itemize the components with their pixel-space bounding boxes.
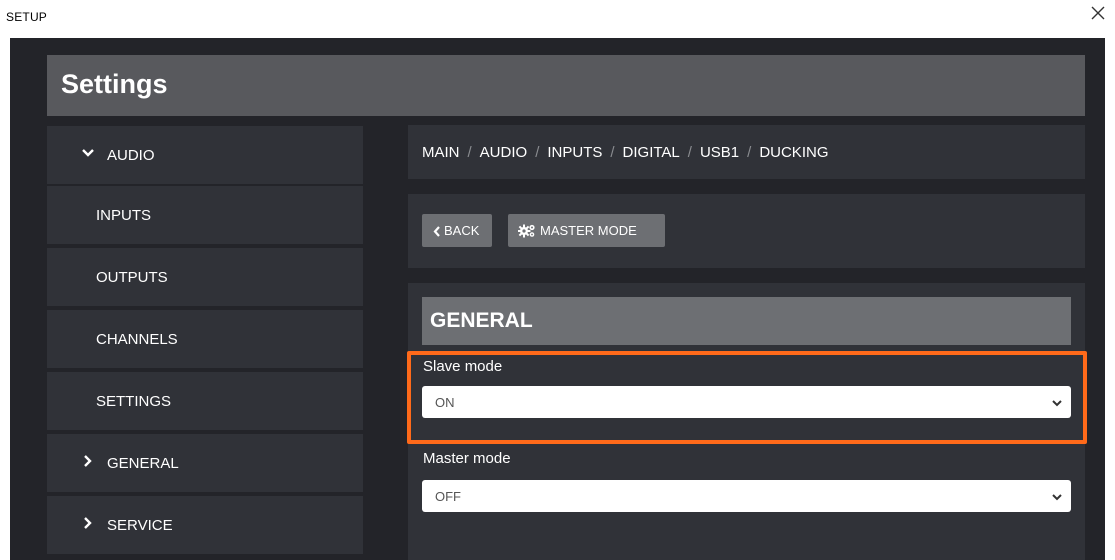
- slave-mode-select[interactable]: ON: [422, 386, 1071, 418]
- sidebar-item-label: CHANNELS: [96, 331, 178, 348]
- sidebar-item-label: AUDIO: [107, 147, 155, 164]
- chevron-right-icon: [81, 454, 95, 468]
- sidebar: AUDIO INPUTS OUTPUTS CHANNELS SETTINGS G…: [47, 126, 363, 560]
- page-title: Settings: [61, 69, 168, 99]
- breadcrumb-ducking: DUCKING: [759, 144, 829, 161]
- sidebar-item-label: GENERAL: [107, 455, 179, 472]
- section-title: GENERAL: [430, 309, 533, 332]
- master-mode-label: Master mode: [423, 450, 511, 467]
- sidebar-item-settings[interactable]: SETTINGS: [47, 372, 363, 430]
- sidebar-item-label: SERVICE: [107, 517, 173, 534]
- breadcrumb-usb1[interactable]: USB1: [700, 144, 739, 161]
- breadcrumb-separator: /: [610, 144, 615, 161]
- gears-icon: [517, 223, 536, 238]
- breadcrumb-separator: /: [467, 144, 472, 161]
- window-title: SETUP: [6, 10, 48, 24]
- chevron-down-icon: [1051, 490, 1063, 502]
- sidebar-item-inputs[interactable]: INPUTS: [47, 186, 363, 244]
- sidebar-item-label: OUTPUTS: [96, 269, 168, 286]
- section-header: GENERAL: [422, 297, 1071, 345]
- breadcrumb-audio[interactable]: AUDIO: [480, 144, 528, 161]
- breadcrumb-inputs[interactable]: INPUTS: [547, 144, 602, 161]
- sidebar-item-audio[interactable]: AUDIO: [47, 126, 363, 184]
- chevron-left-icon: [432, 225, 442, 237]
- master-mode-button[interactable]: MASTER MODE: [508, 214, 665, 247]
- chevron-down-icon: [81, 146, 95, 160]
- back-button[interactable]: BACK: [422, 214, 492, 247]
- sidebar-item-general[interactable]: GENERAL: [47, 434, 363, 492]
- app-window: Settings AUDIO INPUTS OUTPUTS CHANNELS S…: [10, 38, 1105, 560]
- master-mode-value: OFF: [435, 489, 461, 504]
- sidebar-item-service[interactable]: SERVICE: [47, 496, 363, 554]
- slave-mode-value: ON: [435, 395, 455, 410]
- sidebar-item-channels[interactable]: CHANNELS: [47, 310, 363, 368]
- breadcrumb-panel: MAIN / AUDIO / INPUTS / DIGITAL / USB1 / DUCKING: [408, 125, 1085, 179]
- toolbar-panel: BACK MASTER MODE: [408, 194, 1085, 268]
- slave-mode-label: Slave mode: [423, 358, 503, 375]
- breadcrumb: MAIN / AUDIO / INPUTS / DIGITAL / USB1 / DUCKING: [422, 144, 828, 161]
- chevron-down-icon: [1051, 396, 1063, 408]
- breadcrumb-separator: /: [535, 144, 540, 161]
- window-titlebar: SETUP: [0, 0, 1115, 38]
- page-header: Settings: [47, 55, 1085, 116]
- breadcrumb-separator: /: [687, 144, 692, 161]
- breadcrumb-main[interactable]: MAIN: [422, 144, 460, 161]
- master-mode-select[interactable]: OFF: [422, 480, 1071, 512]
- sidebar-item-label: INPUTS: [96, 207, 152, 224]
- chevron-right-icon: [81, 516, 95, 530]
- back-button-label: BACK: [444, 223, 480, 238]
- breadcrumb-separator: /: [747, 144, 752, 161]
- close-icon[interactable]: [1087, 2, 1109, 24]
- sidebar-item-label: SETTINGS: [96, 393, 172, 410]
- settings-panel: GENERAL Slave mode ON Master mode OFF: [408, 283, 1085, 560]
- sidebar-item-outputs[interactable]: OUTPUTS: [47, 248, 363, 306]
- master-mode-button-label: MASTER MODE: [540, 223, 637, 238]
- breadcrumb-digital[interactable]: DIGITAL: [623, 144, 680, 161]
